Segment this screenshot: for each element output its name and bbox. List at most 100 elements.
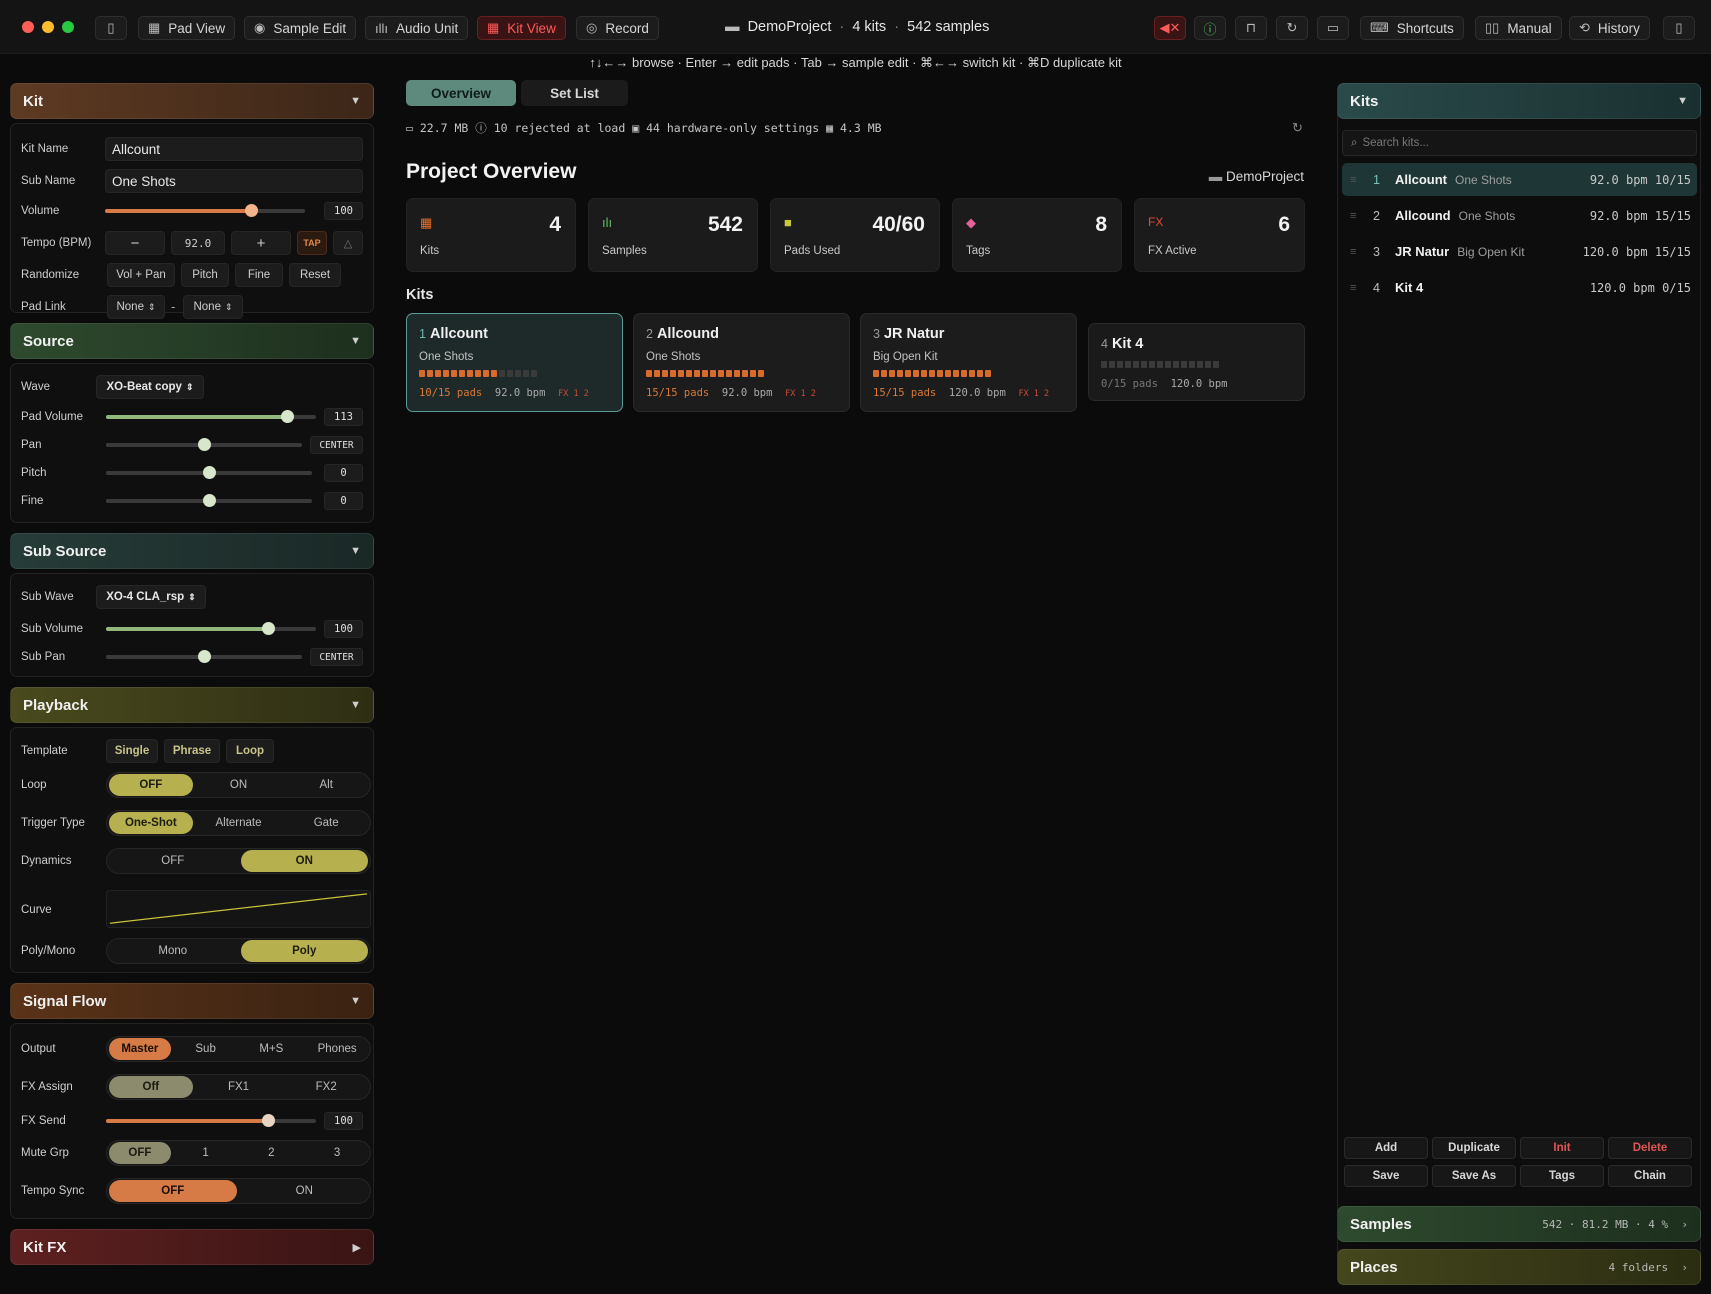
close-window-button[interactable] (22, 21, 34, 33)
kit-card-2[interactable]: 2 Allcound One Shots 15/15 pads 92.0 bpm … (633, 313, 850, 412)
randomize-reset-button[interactable]: Reset (289, 263, 341, 287)
refresh-button[interactable]: ↻ (1276, 16, 1308, 40)
kit-list-item-1[interactable]: ≡ 1 Allcount One Shots 92.0 bpm 10/15 (1342, 163, 1697, 196)
wave-select[interactable]: XO-Beat copy ⇕ (96, 375, 204, 399)
output-phones-option[interactable]: Phones (306, 1038, 368, 1060)
loop-off-option[interactable]: OFF (109, 774, 193, 796)
template-single-button[interactable]: Single (106, 739, 158, 763)
save-as-kit-button[interactable]: Save As (1432, 1165, 1516, 1187)
save-kit-button[interactable]: Save (1344, 1165, 1428, 1187)
playback-section-header[interactable]: Playback ▼ (10, 687, 374, 723)
add-kit-button[interactable]: Add (1344, 1137, 1428, 1159)
dynamics-on-option[interactable]: ON (240, 850, 368, 872)
sub-name-input[interactable]: One Shots (105, 169, 363, 193)
fx-assign-toggle[interactable]: Off FX1 FX2 (106, 1074, 371, 1100)
kit-section-header[interactable]: Kit ▼ (10, 83, 374, 119)
tab-overview[interactable]: Overview (406, 80, 516, 106)
kit-list-item-4[interactable]: ≡ 4 Kit 4 120.0 bpm 0/15 (1342, 271, 1697, 304)
template-phrase-button[interactable]: Phrase (164, 739, 220, 763)
toggle-left-sidebar-button[interactable]: ▯ (95, 16, 127, 40)
velocity-curve-graph[interactable] (106, 890, 371, 928)
kit-card-3[interactable]: 3 JR Natur Big Open Kit 15/15 pads 120.0 … (860, 313, 1077, 412)
fx-send-value[interactable]: 100 (324, 1112, 363, 1130)
chain-button[interactable]: Chain (1608, 1165, 1692, 1187)
kit-list-item-3[interactable]: ≡ 3 JR Natur Big Open Kit 120.0 bpm 15/15 (1342, 235, 1697, 268)
tempo-increment-button[interactable]: + (231, 231, 291, 255)
delete-kit-button[interactable]: Delete (1608, 1137, 1692, 1159)
fine-slider[interactable] (106, 494, 312, 507)
drag-handle-icon[interactable]: ≡ (1350, 246, 1356, 258)
pad-view-button[interactable]: ▦ Pad View (138, 16, 236, 40)
pad-link-a-select[interactable]: None ⇕ (107, 295, 165, 319)
signal-flow-section-header[interactable]: Signal Flow ▼ (10, 983, 374, 1019)
tempo-warning-button[interactable]: △ (333, 231, 363, 255)
places-panel-header[interactable]: Places 4 folders › (1337, 1249, 1701, 1285)
trigger-oneshot-option[interactable]: One-Shot (109, 812, 193, 834)
fx-assign-off-option[interactable]: Off (109, 1076, 193, 1098)
sub-wave-select[interactable]: XO-4 CLA_rsp ⇕ (96, 585, 206, 609)
fx-send-slider[interactable] (106, 1114, 316, 1127)
randomize-fine-button[interactable]: Fine (235, 263, 283, 287)
trigger-gate-option[interactable]: Gate (284, 812, 368, 834)
template-loop-button[interactable]: Loop (226, 739, 274, 763)
kit-name-input[interactable]: Allcount (105, 137, 363, 161)
pad-link-b-select[interactable]: None ⇕ (183, 295, 243, 319)
sample-edit-button[interactable]: ◉ Sample Edit (244, 16, 357, 40)
fx-assign-fx2-option[interactable]: FX2 (284, 1076, 368, 1098)
samples-panel-header[interactable]: Samples 542 · 81.2 MB · 4 % › (1337, 1206, 1701, 1242)
poly-option[interactable]: Poly (240, 940, 368, 962)
volume-slider-thumb[interactable] (245, 204, 258, 217)
trigger-type-toggle[interactable]: One-Shot Alternate Gate (106, 810, 371, 836)
tempo-input[interactable]: 92.0 (171, 231, 225, 255)
tempo-decrement-button[interactable]: − (105, 231, 165, 255)
duplicate-kit-button[interactable]: Duplicate (1432, 1137, 1516, 1159)
volume-value[interactable]: 100 (324, 202, 363, 220)
tempo-sync-on-option[interactable]: ON (241, 1180, 369, 1202)
shortcuts-button[interactable]: ⌨ Shortcuts (1360, 16, 1464, 40)
mono-option[interactable]: Mono (109, 940, 237, 962)
randomize-vol-pan-button[interactable]: Vol + Pan (107, 263, 175, 287)
refresh-icon[interactable]: ↻ (1292, 120, 1303, 136)
mute-3-option[interactable]: 3 (306, 1142, 368, 1164)
info-button[interactable]: ⓘ (1194, 16, 1226, 40)
tempo-sync-toggle[interactable]: OFF ON (106, 1178, 371, 1204)
sub-pan-slider[interactable] (106, 650, 302, 663)
drag-handle-icon[interactable]: ≡ (1350, 282, 1356, 294)
fine-value[interactable]: 0 (324, 492, 363, 510)
pitch-value[interactable]: 0 (324, 464, 363, 482)
mute-button[interactable]: ◀✕ (1154, 16, 1186, 40)
pad-volume-slider[interactable] (106, 410, 316, 423)
pan-value[interactable]: CENTER (310, 436, 363, 454)
kits-panel-header[interactable]: Kits ▼ (1337, 83, 1701, 119)
output-master-option[interactable]: Master (109, 1038, 171, 1060)
pitch-slider[interactable] (106, 466, 312, 479)
mute-1-option[interactable]: 1 (175, 1142, 237, 1164)
record-button[interactable]: ◎ Record (576, 16, 659, 40)
toggle-right-sidebar-button[interactable]: ▯ (1663, 16, 1695, 40)
source-section-header[interactable]: Source ▼ (10, 323, 374, 359)
drag-handle-icon[interactable]: ≡ (1350, 174, 1356, 186)
sub-source-section-header[interactable]: Sub Source ▼ (10, 533, 374, 569)
output-toggle[interactable]: Master Sub M+S Phones (106, 1036, 371, 1062)
lock-button[interactable]: ⊓ (1235, 16, 1267, 40)
sub-volume-slider[interactable] (106, 622, 316, 635)
fx-assign-fx1-option[interactable]: FX1 (197, 1076, 281, 1098)
trigger-alternate-option[interactable]: Alternate (197, 812, 281, 834)
minimize-window-button[interactable] (42, 21, 54, 33)
kit-list-item-2[interactable]: ≡ 2 Allcound One Shots 92.0 bpm 15/15 (1342, 199, 1697, 232)
audio-unit-button[interactable]: ıllı Audio Unit (365, 16, 469, 40)
feedback-button[interactable]: ▭ (1317, 16, 1349, 40)
sub-pan-value[interactable]: CENTER (310, 648, 363, 666)
tempo-sync-off-option[interactable]: OFF (109, 1180, 237, 1202)
kit-fx-section-header[interactable]: Kit FX ▶ (10, 1229, 374, 1265)
drag-handle-icon[interactable]: ≡ (1350, 210, 1356, 222)
mute-off-option[interactable]: OFF (109, 1142, 171, 1164)
dynamics-toggle[interactable]: OFF ON (106, 848, 371, 874)
pad-volume-value[interactable]: 113 (324, 408, 363, 426)
zoom-window-button[interactable] (62, 21, 74, 33)
tap-tempo-button[interactable]: TAP (297, 231, 327, 255)
kit-card-1[interactable]: 1 Allcount One Shots 10/15 pads 92.0 bpm … (406, 313, 623, 412)
output-sub-option[interactable]: Sub (175, 1038, 237, 1060)
mute-2-option[interactable]: 2 (241, 1142, 303, 1164)
history-button[interactable]: ⟲ History (1569, 16, 1650, 40)
